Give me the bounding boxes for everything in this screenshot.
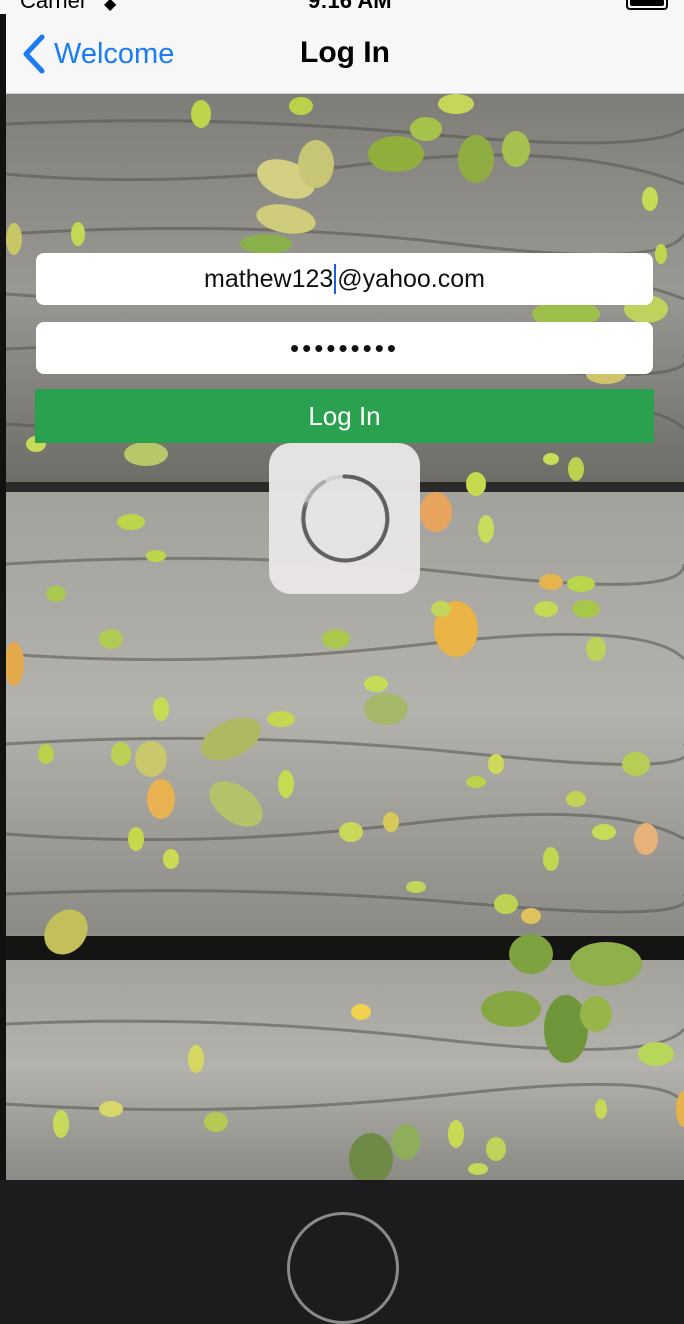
text-caret [334,264,337,294]
device-bottom-bezel [0,1180,684,1324]
status-bar: Carrier ◆ 9:16 AM [0,0,684,14]
email-value-part1: mathew123 [204,264,334,293]
navigation-bar: Welcome Log In [6,14,684,94]
password-field[interactable]: ••••••••• [36,322,653,374]
wifi-icon: ◆ [104,0,117,13]
page-title: Log In [300,36,390,69]
login-button[interactable]: Log In [35,389,654,443]
carrier-label: Carrier [20,0,88,13]
battery-icon [626,0,668,10]
email-field[interactable]: mathew123 @yahoo.com [36,253,653,305]
password-value: ••••••••• [290,332,399,363]
status-time: 9:16 AM [308,0,392,13]
home-button[interactable] [287,1212,399,1324]
loading-hud [269,443,420,594]
email-value-part2: @yahoo.com [337,264,485,293]
login-button-label: Log In [308,400,381,431]
activity-spinner-icon [300,474,390,563]
